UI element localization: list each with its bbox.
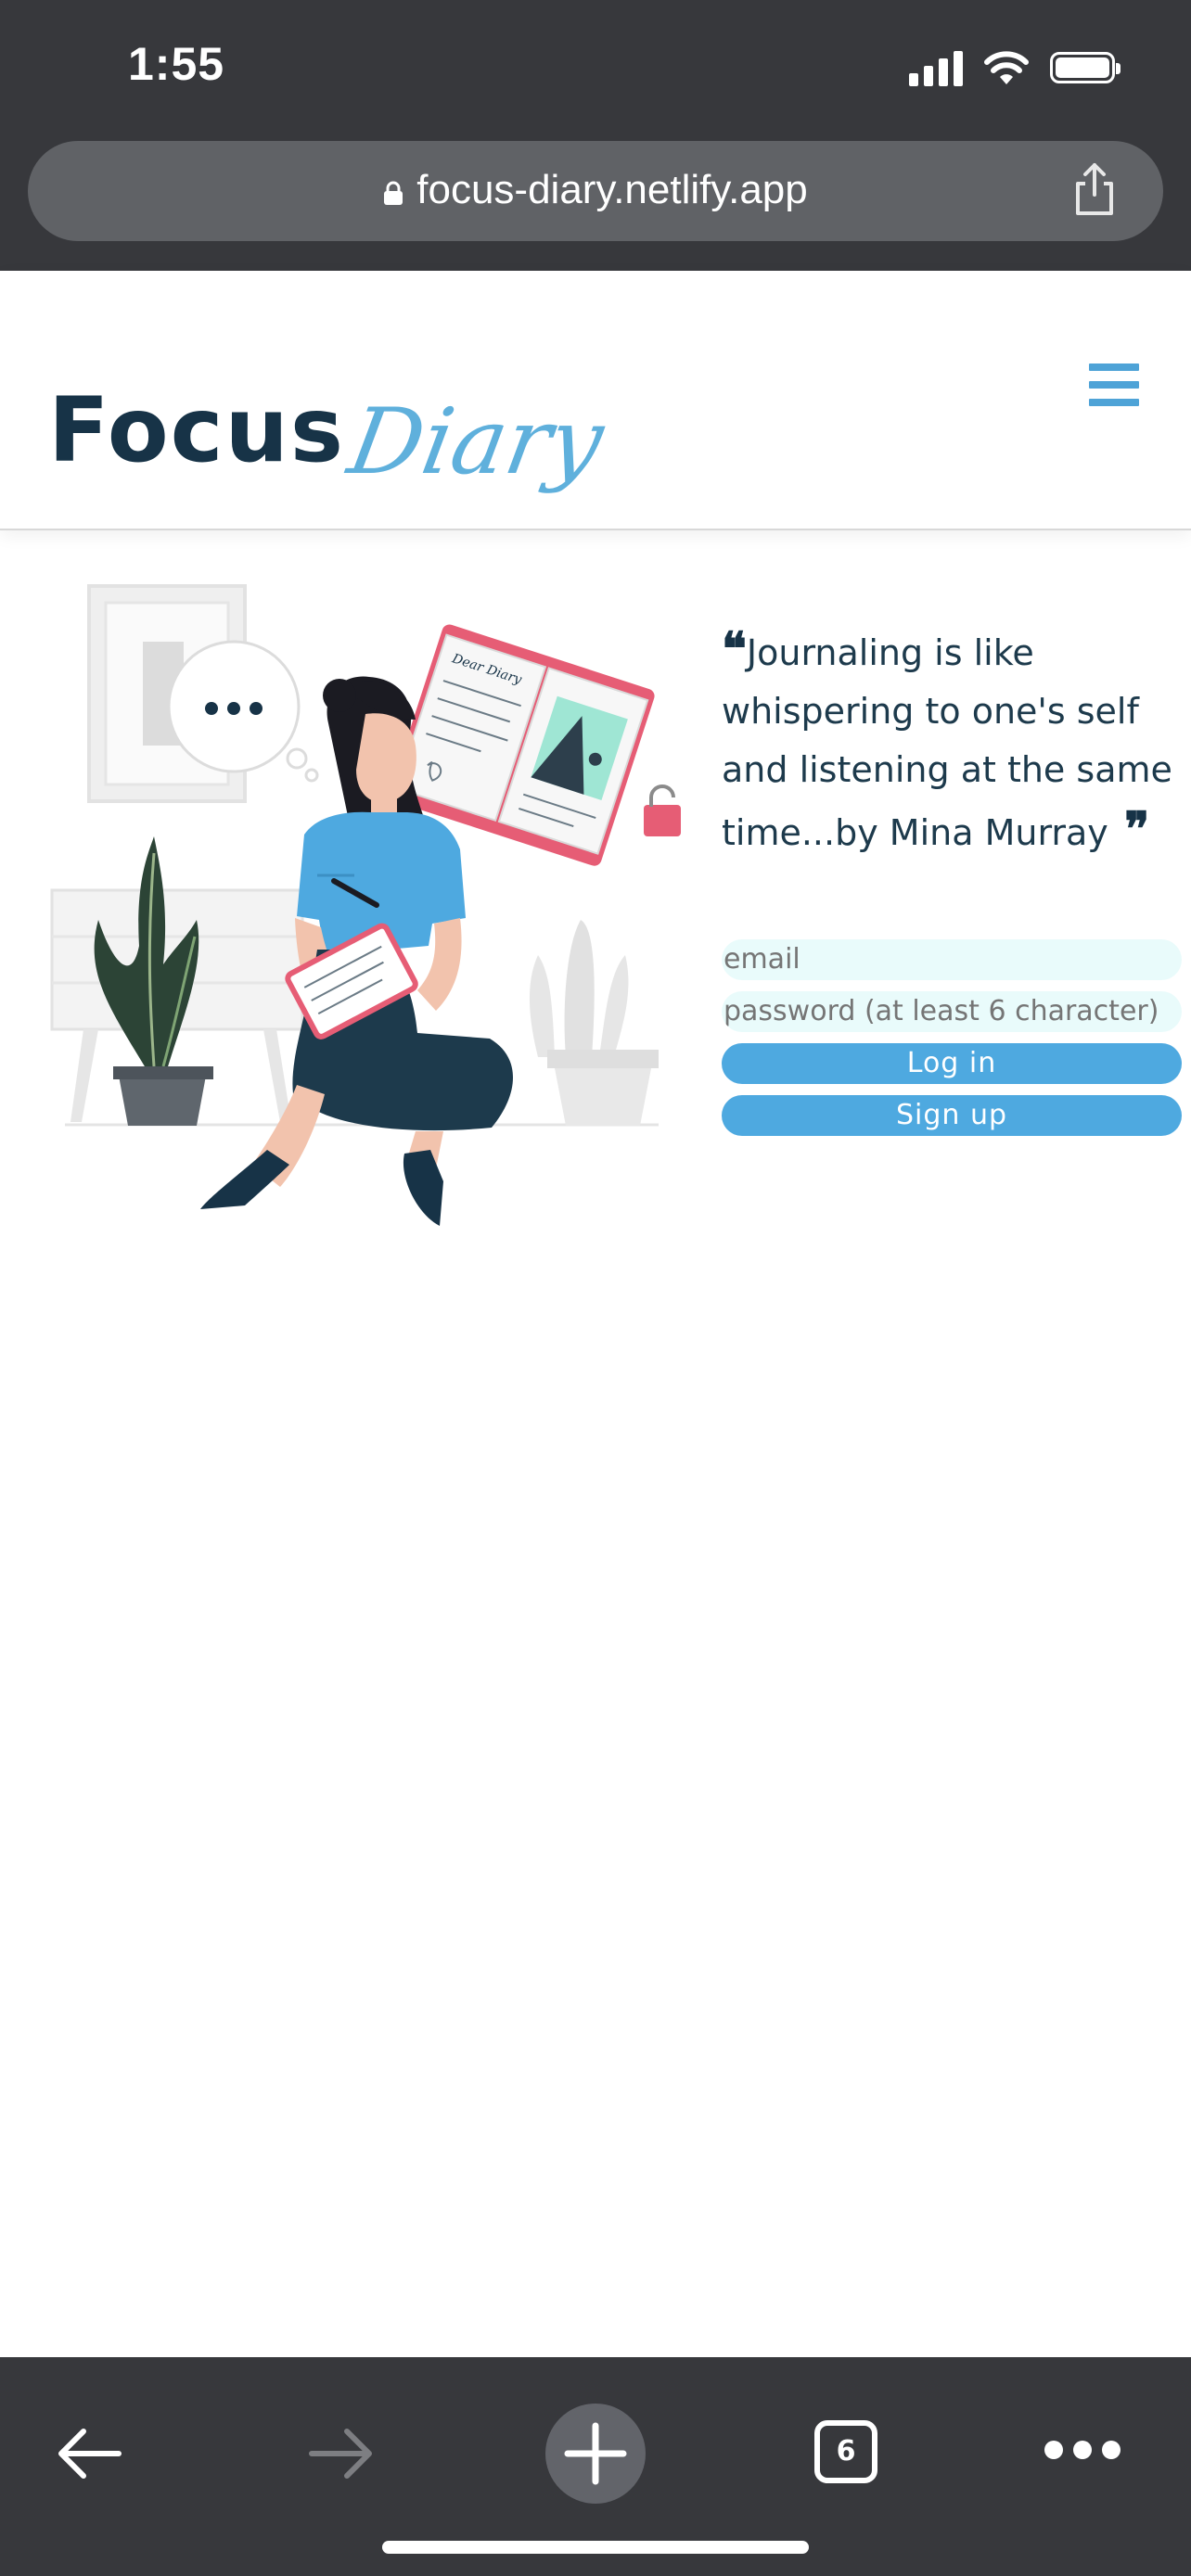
login-form: Log in Sign up — [722, 939, 1182, 1147]
journaling-quote: ❝Journaling is like whispering to one's … — [722, 619, 1185, 862]
password-input[interactable] — [722, 991, 1182, 1032]
login-button[interactable]: Log in — [722, 1043, 1182, 1084]
close-quote-icon: ❞ — [1108, 801, 1150, 856]
logo-diary-text: Diary — [340, 389, 611, 495]
home-indicator[interactable] — [382, 2541, 809, 2554]
lock-icon — [384, 181, 403, 205]
url-text: focus-diary.netlify.app — [416, 167, 808, 212]
open-quote-icon: ❝ — [722, 621, 747, 676]
quote-text: Journaling is like whispering to one's s… — [722, 632, 1172, 853]
new-tab-button[interactable] — [545, 2404, 646, 2504]
address-bar[interactable]: focus-diary.netlify.app — [28, 141, 1163, 241]
share-icon[interactable] — [1067, 159, 1122, 219]
battery-icon — [1050, 52, 1121, 83]
tab-switcher-button[interactable]: 6 — [814, 2420, 877, 2483]
cellular-signal-icon — [909, 49, 963, 86]
journaling-illustration: Dear Diary — [50, 584, 681, 1226]
email-input[interactable] — [722, 939, 1182, 980]
site-logo[interactable]: Focus Diary — [48, 345, 611, 495]
site-header: Focus Diary — [0, 271, 1191, 530]
plus-icon — [564, 2422, 627, 2485]
logo-focus-text: Focus — [48, 378, 346, 482]
signup-button[interactable]: Sign up — [722, 1095, 1182, 1136]
address-bar-url[interactable]: focus-diary.netlify.app — [28, 167, 1163, 213]
hamburger-menu-icon[interactable] — [1089, 363, 1139, 410]
status-icons — [909, 45, 1121, 91]
browser-top-chrome: 1:55 focus-diary.netlify.app — [0, 0, 1191, 271]
wifi-icon — [984, 51, 1029, 84]
forward-arrow-icon[interactable] — [304, 2417, 378, 2491]
more-options-icon[interactable] — [1044, 2441, 1121, 2463]
back-arrow-icon[interactable] — [52, 2417, 126, 2491]
status-time: 1:55 — [128, 38, 225, 90]
